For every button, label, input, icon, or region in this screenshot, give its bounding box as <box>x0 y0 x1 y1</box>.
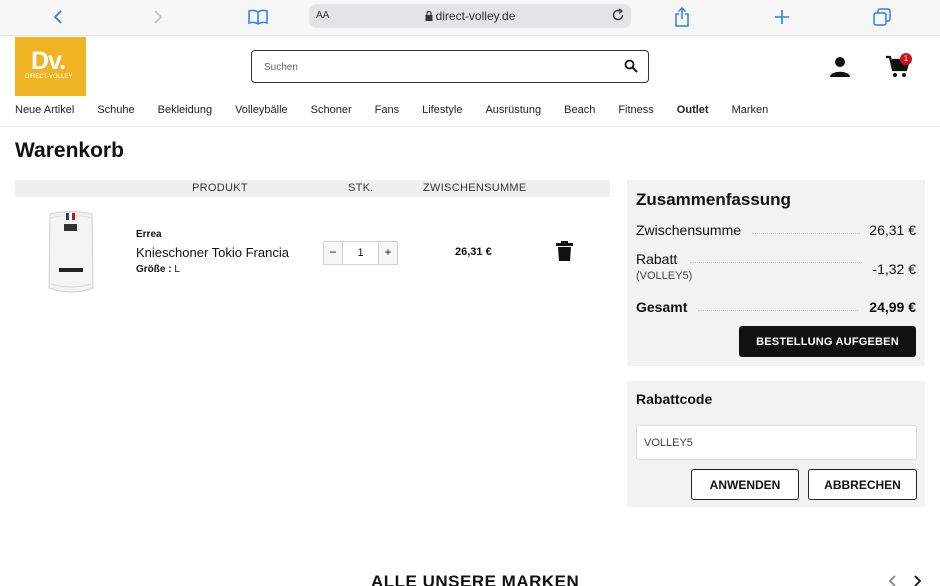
quantity-increase-button[interactable]: + <box>379 242 397 264</box>
dotted-leader <box>752 233 860 234</box>
cart-count-badge: 1 <box>900 53 912 65</box>
browser-toolbar: AA direct-volley.de <box>0 0 940 36</box>
column-header-quantity: STK. <box>348 182 374 194</box>
place-order-button[interactable]: BESTELLUNG AUFGEBEN <box>739 326 916 357</box>
tabs-overview-icon[interactable] <box>870 6 894 28</box>
column-header-product: PRODUKT <box>192 182 248 194</box>
total-value: 24,99 € <box>869 299 916 315</box>
forward-chevron-icon[interactable] <box>146 6 170 28</box>
summary-subtotal-row: Zwischensumme 26,31 € <box>636 222 916 242</box>
apply-coupon-button[interactable]: ANWENDEN <box>691 469 799 500</box>
quantity-value[interactable]: 1 <box>342 242 379 264</box>
nav-divider <box>0 126 940 127</box>
size-value: L <box>174 264 180 275</box>
nav-item-beach[interactable]: Beach <box>564 104 595 118</box>
carousel-prev-chevron-icon[interactable] <box>888 574 898 586</box>
coupon-title: Rabattcode <box>636 391 713 407</box>
nav-item-neue-artikel[interactable]: Neue Artikel <box>15 104 74 118</box>
coupon-code-input[interactable] <box>636 425 917 460</box>
nav-item-schoner[interactable]: Schoner <box>311 104 352 118</box>
search-input[interactable] <box>264 57 604 77</box>
line-item-total: 26,31 € <box>455 246 492 258</box>
total-label: Gesamt <box>636 299 688 315</box>
carousel-next-chevron-icon[interactable] <box>912 574 922 586</box>
discount-code: (VOLLEY5) <box>636 270 693 282</box>
size-label: Größe : <box>136 264 172 275</box>
dotted-leader <box>690 262 862 263</box>
subtotal-label: Zwischensumme <box>636 222 742 238</box>
back-chevron-icon[interactable] <box>46 6 70 28</box>
account-user-icon[interactable] <box>828 55 852 84</box>
delete-trash-icon[interactable] <box>556 241 573 266</box>
discount-value: -1,32 € <box>872 261 916 277</box>
page-title: Warenkorb <box>15 139 124 162</box>
url-text: direct-volley.de <box>435 9 516 23</box>
share-icon[interactable] <box>670 6 694 28</box>
nav-item-fitness[interactable]: Fitness <box>618 104 653 118</box>
summary-title: Zusammenfassung <box>636 190 791 209</box>
nav-item-bekleidung[interactable]: Bekleidung <box>158 104 212 118</box>
product-size: Größe : L <box>136 264 180 275</box>
nav-item-schuhe[interactable]: Schuhe <box>97 104 134 118</box>
reload-icon[interactable] <box>611 8 625 25</box>
new-tab-plus-icon[interactable] <box>770 6 794 28</box>
nav-item-fans[interactable]: Fans <box>375 104 399 118</box>
dotted-leader <box>698 310 858 311</box>
product-image[interactable] <box>47 210 95 294</box>
search-icon[interactable] <box>624 59 638 78</box>
logo-mark: Dv. <box>31 47 66 75</box>
column-header-subtotal: ZWISCHENSUMME <box>423 182 527 194</box>
lock-icon <box>425 10 433 24</box>
quantity-decrease-button[interactable]: − <box>324 242 342 264</box>
nav-item-lifestyle[interactable]: Lifestyle <box>422 104 462 118</box>
nav-item-volleybaelle[interactable]: Volleybälle <box>235 104 288 118</box>
product-name[interactable]: Knieschoner Tokio Francia <box>136 245 289 260</box>
bookmarks-book-icon[interactable] <box>246 6 270 28</box>
main-navigation: Neue Artikel Schuhe Bekleidung Volleybäl… <box>15 104 791 118</box>
cart-table-header: PRODUKT STK. ZWISCHENSUMME <box>15 180 610 197</box>
quantity-stepper: − 1 + <box>323 241 398 265</box>
summary-total-row: Gesamt 24,99 € <box>636 299 916 319</box>
logo-subtitle: DIRECT-VOLLEY <box>25 74 73 80</box>
nav-item-outlet[interactable]: Outlet <box>677 104 709 118</box>
nav-item-marken[interactable]: Marken <box>732 104 769 118</box>
product-brand: Errea <box>136 229 162 240</box>
search-box <box>251 50 649 83</box>
address-bar[interactable]: AA direct-volley.de <box>309 4 631 28</box>
site-logo[interactable]: Dv. DIRECT-VOLLEY <box>15 37 86 96</box>
brands-section-title: ALLE UNSERE MARKEN <box>371 572 580 586</box>
nav-item-ausruestung[interactable]: Ausrüstung <box>485 104 541 118</box>
discount-label: Rabatt <box>636 251 678 267</box>
summary-discount-row: Rabatt (VOLLEY5) -1,32 € <box>636 251 916 287</box>
cancel-coupon-button[interactable]: ABBRECHEN <box>808 469 917 500</box>
subtotal-value: 26,31 € <box>869 222 916 238</box>
